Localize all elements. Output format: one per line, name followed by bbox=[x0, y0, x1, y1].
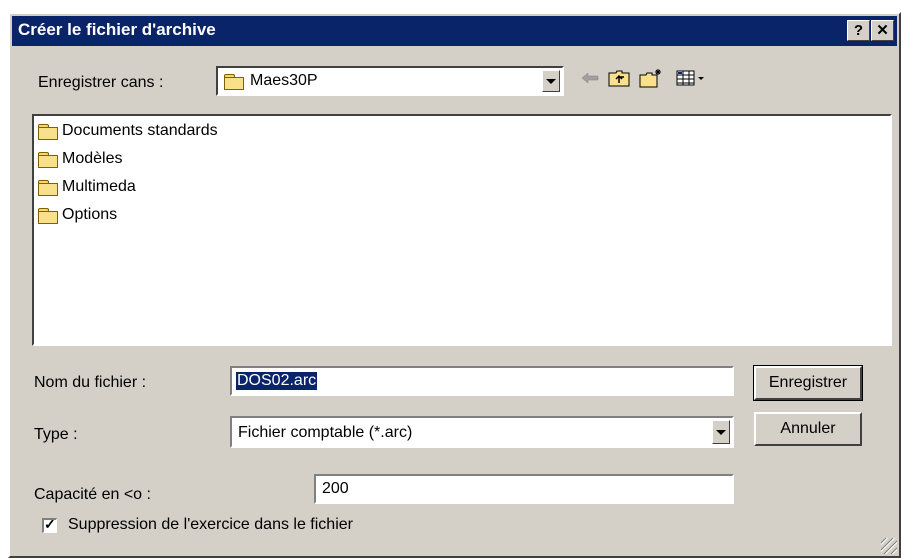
list-item[interactable]: Multimeda bbox=[38, 174, 136, 200]
folder-icon bbox=[38, 123, 58, 140]
folder-icon bbox=[224, 73, 244, 90]
capacity-value: 200 bbox=[322, 480, 349, 497]
resize-grip[interactable] bbox=[881, 538, 897, 554]
view-menu-icon[interactable] bbox=[674, 66, 708, 90]
folder-icon bbox=[38, 207, 58, 224]
list-item[interactable]: Options bbox=[38, 202, 117, 228]
save-in-value: Maes30P bbox=[250, 72, 318, 89]
type-value: Fichier comptable (*.arc) bbox=[238, 424, 413, 441]
filename-label: Nom du fichier : bbox=[34, 374, 147, 391]
list-item-label: Options bbox=[62, 206, 118, 223]
capacity-input[interactable]: 200 bbox=[314, 474, 734, 504]
capacity-label: Capacité en <o : bbox=[34, 486, 151, 503]
list-item-label: Documents standards bbox=[62, 122, 218, 139]
file-list[interactable]: Documents standards Modèles Multimeda Op… bbox=[32, 114, 892, 346]
delete-exercise-label: Suppression de l'exercice dans le fichie… bbox=[68, 516, 353, 533]
chevron-down-icon[interactable] bbox=[712, 420, 730, 444]
close-button[interactable]: ✕ bbox=[871, 20, 894, 41]
help-button[interactable]: ? bbox=[847, 20, 870, 41]
chevron-down-icon[interactable] bbox=[542, 70, 560, 92]
save-in-dropdown[interactable]: Maes30P bbox=[216, 66, 564, 96]
list-item-label: Modèles bbox=[62, 150, 123, 167]
list-item[interactable]: Documents standards bbox=[38, 118, 218, 144]
list-item-label: Multimeda bbox=[62, 178, 136, 195]
filename-input[interactable]: DOS02.arc bbox=[230, 366, 734, 396]
delete-exercise-checkbox[interactable] bbox=[42, 516, 57, 533]
new-folder-icon[interactable] bbox=[639, 66, 663, 90]
save-button[interactable]: Enregistrer bbox=[753, 365, 863, 401]
type-label: Type : bbox=[34, 426, 78, 443]
up-folder-icon[interactable] bbox=[607, 66, 631, 90]
save-archive-dialog: Créer le fichier d'archive ? ✕ Enregistr… bbox=[8, 12, 901, 558]
title-bar[interactable]: Créer le fichier d'archive ? ✕ bbox=[12, 16, 897, 46]
cancel-button[interactable]: Annuler bbox=[754, 412, 862, 446]
list-item[interactable]: Modèles bbox=[38, 146, 122, 172]
dialog-title: Créer le fichier d'archive bbox=[18, 20, 216, 39]
folder-icon bbox=[38, 151, 58, 168]
back-arrow-icon[interactable] bbox=[578, 66, 602, 90]
type-dropdown[interactable]: Fichier comptable (*.arc) bbox=[230, 416, 734, 448]
filename-value: DOS02.arc bbox=[236, 372, 318, 390]
save-in-label: Enregistrer cans : bbox=[38, 74, 164, 91]
folder-icon bbox=[38, 179, 58, 196]
